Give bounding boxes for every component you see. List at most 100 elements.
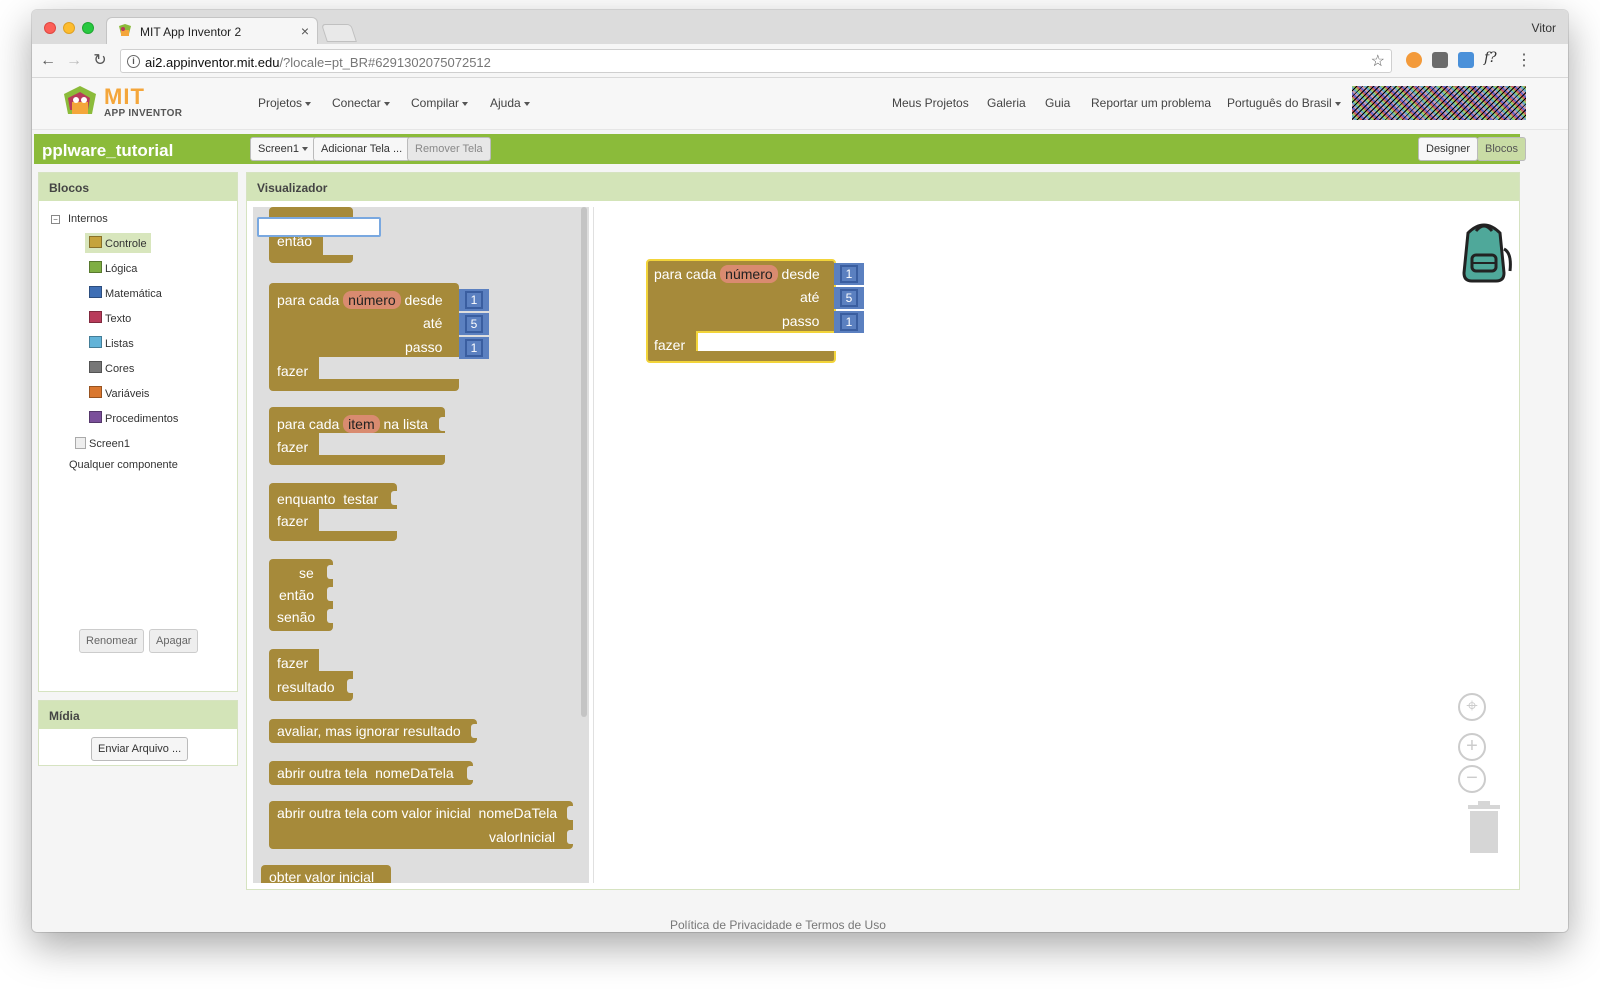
designer-button[interactable]: Designer xyxy=(1418,137,1479,161)
recenter-icon[interactable]: ⌖ xyxy=(1458,693,1486,721)
number-variable[interactable]: número xyxy=(343,291,401,309)
link-guia[interactable]: Guia xyxy=(1045,96,1070,110)
language-selector[interactable]: Português do Brasil xyxy=(1227,96,1341,110)
tree-item-label: Listas xyxy=(105,338,134,350)
menu-projetos[interactable]: Projetos xyxy=(258,96,312,110)
if-expression-block[interactable]: se então senão xyxy=(269,559,333,631)
evaluate-ignore-block[interactable]: avaliar, mas ignorar resultado xyxy=(269,719,477,743)
blocks-workspace[interactable]: para cada número desde até passo fazer 1… xyxy=(593,207,1517,883)
close-window-button[interactable] xyxy=(44,22,56,34)
from-number[interactable]: 1 xyxy=(465,291,483,309)
extension-1-icon[interactable] xyxy=(1406,52,1422,68)
trash-icon[interactable] xyxy=(1466,801,1502,853)
open-screen-value-header: abrir outra tela com valor inicial nomeD… xyxy=(277,805,557,821)
menu-ajuda[interactable]: Ajuda xyxy=(490,96,530,110)
mit-app-inventor-logo[interactable]: MIT APP INVENTOR xyxy=(60,82,190,126)
item-variable[interactable]: item xyxy=(343,415,380,433)
bookmark-star-icon[interactable]: ☆ xyxy=(1371,51,1385,71)
tree-item-any-component[interactable]: Qualquer componente xyxy=(69,459,178,471)
do-result-block[interactable]: fazer resultado xyxy=(269,649,353,701)
collapse-icon[interactable]: − xyxy=(51,214,60,224)
upload-file-button[interactable]: Enviar Arquivo ... xyxy=(91,737,189,761)
link-reportar-problema[interactable]: Reportar um problema xyxy=(1091,96,1211,110)
link-meus-projetos[interactable]: Meus Projetos xyxy=(892,96,969,110)
blocks-panel: Blocos − Internos Controle Lógica Matemát… xyxy=(38,172,238,692)
screen-select-button[interactable]: Screen1 xyxy=(250,137,316,161)
formula-extension-icon[interactable]: f? xyxy=(1484,50,1508,66)
flyout-search-input[interactable] xyxy=(257,217,381,237)
get-start-value-block[interactable]: obter valor inicial xyxy=(261,865,391,883)
for-each-item-block[interactable]: para cada item na lista fazer xyxy=(269,407,445,465)
remove-screen-button[interactable]: Remover Tela xyxy=(407,137,491,161)
tree-root-label: Internos xyxy=(68,213,108,225)
link-galeria[interactable]: Galeria xyxy=(987,96,1026,110)
tree-item-label: Lógica xyxy=(105,263,138,275)
screen-icon xyxy=(75,437,86,449)
new-tab-button[interactable] xyxy=(321,24,357,42)
statement-slot[interactable] xyxy=(696,331,836,351)
tree-item-procedimentos[interactable]: Procedimentos xyxy=(85,408,182,428)
extension-2-icon[interactable] xyxy=(1432,52,1448,68)
screen-label: Screen1 xyxy=(89,438,130,450)
user-avatar-image[interactable] xyxy=(1352,86,1526,120)
info-icon[interactable]: i xyxy=(127,55,140,68)
from-number[interactable]: 1 xyxy=(840,265,858,283)
blocks-button[interactable]: Blocos xyxy=(1477,137,1527,161)
profile-name[interactable]: Vitor xyxy=(1532,21,1556,35)
open-screen-block[interactable]: abrir outra tela nomeDaTela xyxy=(269,761,473,785)
step-number[interactable]: 1 xyxy=(840,313,858,331)
zoom-in-icon[interactable]: + xyxy=(1458,733,1486,761)
result-socket xyxy=(347,679,353,693)
open-screen-label: abrir outra tela xyxy=(277,765,368,781)
screen-name-socket xyxy=(467,766,473,780)
do-label: fazer xyxy=(277,363,309,379)
back-arrow-icon[interactable]: ← xyxy=(38,51,58,71)
add-screen-button[interactable]: Adicionar Tela ... xyxy=(313,137,411,161)
tree-root-internos[interactable]: − Internos xyxy=(51,213,108,225)
open-screen-value-block[interactable]: abrir outra tela com valor inicial nomeD… xyxy=(269,801,573,849)
menu-compilar[interactable]: Compilar xyxy=(411,96,469,110)
top-navigation: MIT APP INVENTOR Projetos Conectar Compi… xyxy=(32,78,1568,130)
delete-button[interactable]: Apagar xyxy=(149,629,199,653)
open-screen-header: abrir outra tela nomeDaTela xyxy=(277,765,454,781)
browser-menu-icon[interactable]: ⋮ xyxy=(1516,50,1532,70)
get-start-value-label: obter valor inicial xyxy=(269,869,375,883)
tree-item-texto[interactable]: Texto xyxy=(85,308,135,328)
workspace-for-range-block[interactable]: para cada número desde até passo fazer 1… xyxy=(646,259,864,363)
from-label: desde xyxy=(404,292,443,308)
tree-item-matematica[interactable]: Matemática xyxy=(85,283,166,303)
to-number[interactable]: 5 xyxy=(840,289,858,307)
language-label: Português do Brasil xyxy=(1227,96,1332,110)
extension-3-icon[interactable] xyxy=(1458,52,1474,68)
close-tab-icon[interactable]: × xyxy=(301,23,309,39)
for-range-header: para cada número desde xyxy=(277,291,443,309)
minimize-window-button[interactable] xyxy=(63,22,75,34)
blocks-flyout: então para cada número desde até passo f… xyxy=(253,207,589,883)
to-number[interactable]: 5 xyxy=(465,315,483,333)
browser-tab[interactable]: MIT App Inventor 2 × xyxy=(106,17,318,45)
while-block[interactable]: enquanto testar fazer xyxy=(269,483,397,541)
tree-item-cores[interactable]: Cores xyxy=(85,358,138,378)
forward-arrow-icon[interactable]: → xyxy=(64,51,84,71)
step-number[interactable]: 1 xyxy=(465,339,483,357)
tree-item-screen1[interactable]: Screen1 xyxy=(75,437,130,450)
maximize-window-button[interactable] xyxy=(82,22,94,34)
footer-privacy-link[interactable]: Política de Privacidade e Termos de Uso xyxy=(670,918,886,932)
tree-item-label: Texto xyxy=(105,313,132,325)
rename-button[interactable]: Renomear xyxy=(79,629,145,653)
tree-item-listas[interactable]: Listas xyxy=(85,333,138,353)
tree-item-logica[interactable]: Lógica xyxy=(85,258,141,278)
backpack-icon[interactable] xyxy=(1454,219,1514,283)
address-bar[interactable]: i ai2.appinventor.mit.edu/?locale=pt_BR#… xyxy=(120,49,1392,73)
tree-item-variaveis[interactable]: Variáveis xyxy=(85,383,153,403)
logica-swatch xyxy=(89,261,102,273)
test-label: testar xyxy=(343,491,379,507)
flyout-scrollbar[interactable] xyxy=(581,207,587,717)
chevron-down-icon xyxy=(462,101,469,106)
tree-item-controle[interactable]: Controle xyxy=(85,233,151,253)
menu-conectar[interactable]: Conectar xyxy=(332,96,390,110)
number-variable[interactable]: número xyxy=(720,265,778,283)
reload-icon[interactable]: ↻ xyxy=(90,51,110,71)
zoom-out-icon[interactable]: − xyxy=(1458,765,1486,793)
for-range-block[interactable]: para cada número desde até passo fazer 1… xyxy=(269,283,489,391)
